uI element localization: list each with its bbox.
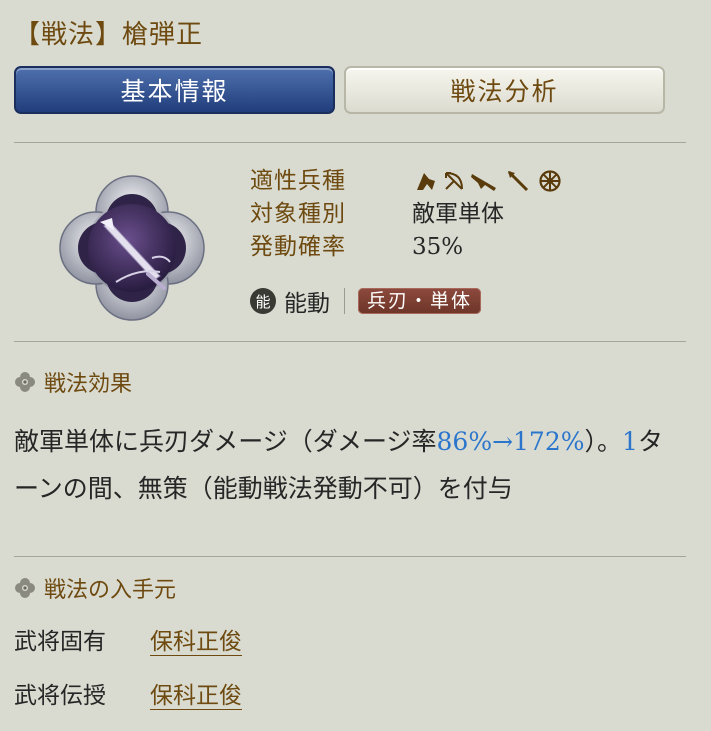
damage-rate-value: 86%→172% — [436, 427, 585, 456]
activation-rate-label: 発動確率 — [250, 234, 346, 260]
tab-bar: 基本情報 戦法分析 — [14, 66, 665, 116]
divider — [14, 142, 686, 143]
divider — [14, 556, 686, 557]
troop-type-label: 適性兵種 — [250, 168, 346, 194]
archer-icon — [445, 172, 463, 190]
turn-count-value: 1 — [622, 427, 638, 456]
source-heading: 戦法の入手元 — [14, 574, 177, 603]
damage-type-tag: 兵刃・単体 — [358, 288, 482, 314]
target-type-row: 対象種別 敵軍単体 — [250, 199, 504, 229]
target-type-label: 対象種別 — [250, 201, 346, 227]
troop-icons — [412, 169, 572, 193]
divider — [14, 341, 686, 342]
skill-type-label: 能動 — [284, 291, 330, 317]
source-heading-label: 戦法の入手元 — [44, 578, 177, 603]
tab-skill-analysis[interactable]: 戦法分析 — [344, 66, 665, 114]
tab-basic-info[interactable]: 基本情報 — [14, 66, 335, 114]
source-row: 武将固有 保科正俊 — [14, 626, 242, 658]
target-type-value: 敵軍単体 — [412, 201, 504, 227]
page-title: 【戦法】槍弾正 — [14, 20, 204, 50]
source-row: 武将伝授 保科正俊 — [14, 680, 242, 712]
source-type-label: 武将伝授 — [14, 683, 106, 709]
siege-icon — [539, 170, 561, 192]
clover-icon — [15, 372, 35, 392]
skill-icon — [59, 175, 205, 321]
source-type-label: 武将固有 — [14, 629, 106, 655]
active-skill-icon: 能 — [250, 288, 276, 314]
skill-type-row: 能 能動 兵刃・単体 — [250, 285, 482, 317]
activation-rate-row: 発動確率 35% — [250, 232, 463, 262]
spear-icon — [507, 170, 529, 192]
effect-text-2: ）。 — [584, 427, 623, 456]
effect-heading: 戦法効果 — [14, 368, 133, 397]
effect-description: 敵軍単体に兵刃ダメージ（ダメージ率86%→172%）。1ターンの間、無策（能動戦… — [14, 418, 686, 512]
musket-icon — [471, 174, 496, 191]
effect-heading-label: 戦法効果 — [44, 372, 133, 397]
activation-rate-value: 35% — [412, 234, 464, 260]
cavalry-icon — [417, 173, 435, 190]
troop-type-row: 適性兵種 — [250, 166, 412, 196]
effect-text-1: 敵軍単体に兵刃ダメージ（ダメージ率 — [14, 427, 437, 456]
clover-icon — [15, 578, 35, 598]
separator — [344, 288, 345, 314]
commander-link[interactable]: 保科正俊 — [150, 629, 242, 655]
commander-link[interactable]: 保科正俊 — [150, 683, 242, 709]
